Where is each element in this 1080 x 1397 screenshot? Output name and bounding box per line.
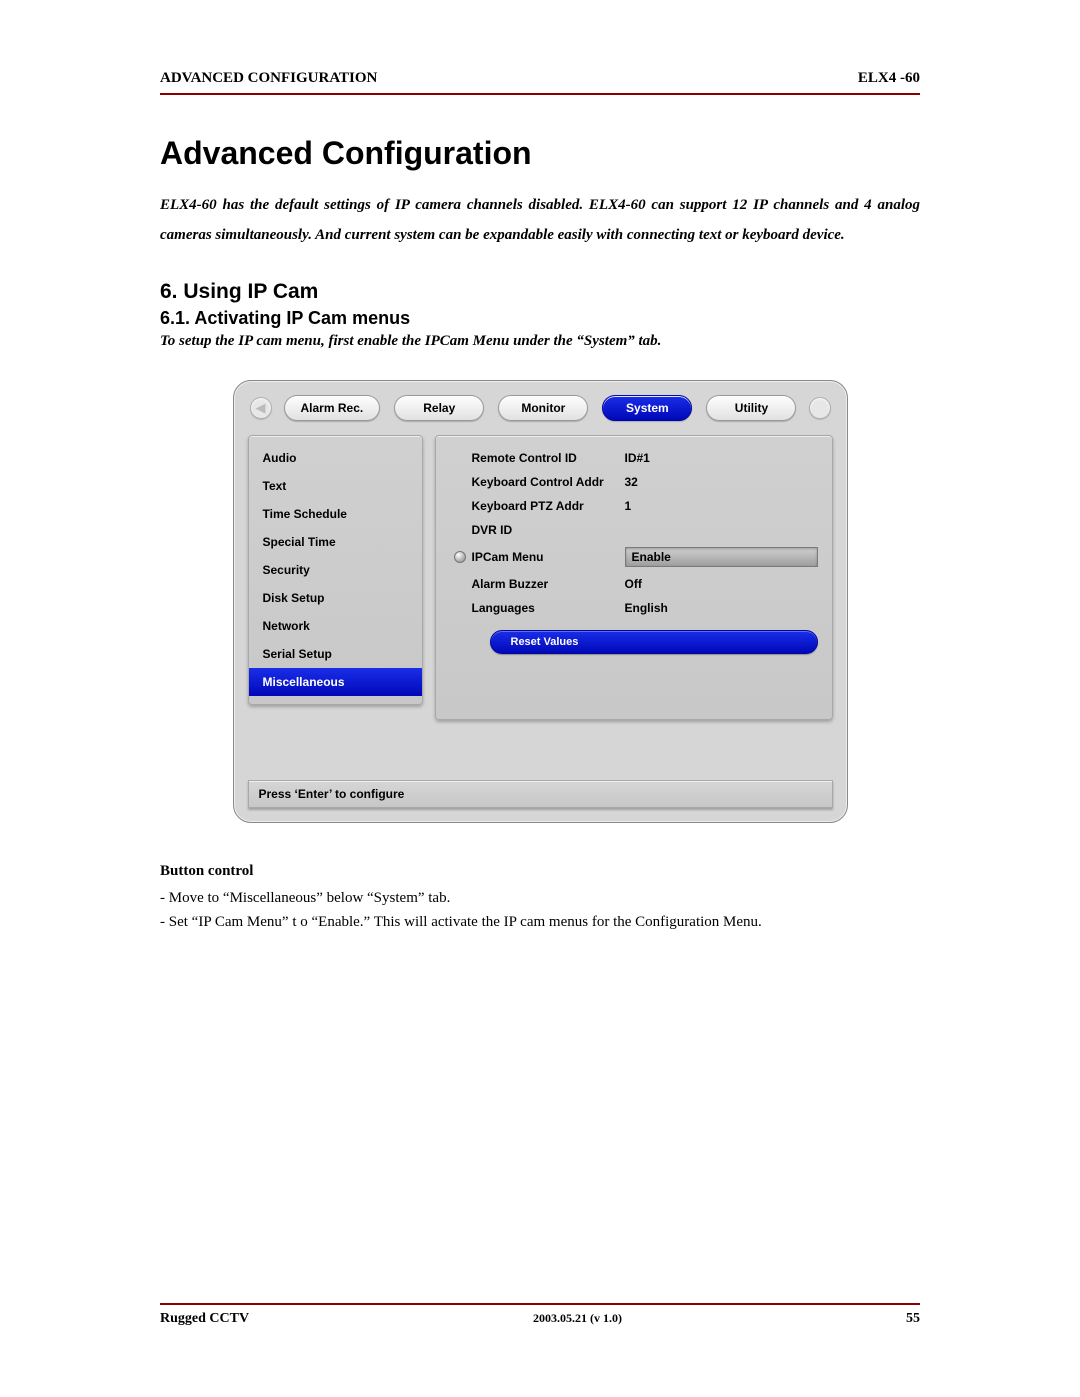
settings-panel: Remote Control IDID#1Keyboard Control Ad… <box>435 435 833 720</box>
setup-instruction: To setup the IP cam menu, first enable t… <box>160 333 920 350</box>
setting-row: IPCam MenuEnable <box>450 542 818 572</box>
tab-alarm-rec-[interactable]: Alarm Rec. <box>284 395 381 421</box>
page-footer: Rugged CCTV 2003.05.21 (v 1.0) 55 <box>160 1303 920 1327</box>
tab-utility[interactable]: Utility <box>706 395 796 421</box>
setting-value[interactable]: Enable <box>625 547 818 567</box>
sidebar-item-disk-setup[interactable]: Disk Setup <box>249 584 422 612</box>
sidebar-item-security[interactable]: Security <box>249 556 422 584</box>
footer-left: Rugged CCTV <box>160 1311 249 1327</box>
subsection-heading: 6.1. Activating IP Cam menus <box>160 308 920 329</box>
header-right: ELX4 -60 <box>858 70 920 87</box>
setting-label: Alarm Buzzer <box>470 577 625 591</box>
setting-label: DVR ID <box>470 523 625 537</box>
status-bar: Press ‘Enter’ to configure <box>248 780 833 808</box>
setting-label: IPCam Menu <box>470 550 625 564</box>
sidebar: AudioTextTime ScheduleSpecial TimeSecuri… <box>248 435 423 705</box>
header-left: ADVANCED CONFIGURATION <box>160 70 377 87</box>
nav-left-arrow-icon[interactable]: ◀ <box>250 397 272 419</box>
config-ui-panel: ◀ Alarm Rec. Relay Monitor System Utility Au… <box>233 380 848 823</box>
sidebar-item-time-schedule[interactable]: Time Schedule <box>249 500 422 528</box>
setting-row: Keyboard Control Addr32 <box>450 470 818 494</box>
header-rule <box>160 93 920 95</box>
sidebar-item-serial-setup[interactable]: Serial Setup <box>249 640 422 668</box>
sidebar-item-audio[interactable]: Audio <box>249 444 422 472</box>
page-title: Advanced Configuration <box>160 135 920 172</box>
setting-label: Keyboard PTZ Addr <box>470 499 625 513</box>
row-indicator-icon <box>450 551 470 563</box>
section-heading: 6. Using IP Cam <box>160 280 920 304</box>
button-control-heading: Button control <box>160 863 920 880</box>
instruction-line: - Set “IP Cam Menu” t o “Enable.” This w… <box>160 910 920 934</box>
setting-value[interactable]: 32 <box>625 475 818 489</box>
setting-label: Languages <box>470 601 625 615</box>
tab-monitor[interactable]: Monitor <box>498 395 588 421</box>
setting-value[interactable]: Off <box>625 577 818 591</box>
sidebar-item-special-time[interactable]: Special Time <box>249 528 422 556</box>
nav-right-arrow-icon[interactable] <box>809 397 831 419</box>
tab-bar: ◀ Alarm Rec. Relay Monitor System Utility <box>248 395 833 421</box>
setting-row: Keyboard PTZ Addr1 <box>450 494 818 518</box>
setting-value[interactable]: English <box>625 601 818 615</box>
footer-rule <box>160 1303 920 1305</box>
sidebar-item-miscellaneous[interactable]: Miscellaneous <box>249 668 422 696</box>
setting-row: LanguagesEnglish <box>450 596 818 620</box>
setting-row: Alarm BuzzerOff <box>450 572 818 596</box>
tab-relay[interactable]: Relay <box>394 395 484 421</box>
instruction-line: - Move to “Miscellaneous” below “System”… <box>160 886 920 910</box>
setting-value[interactable]: 1 <box>625 499 818 513</box>
setting-label: Keyboard Control Addr <box>470 475 625 489</box>
page-header: ADVANCED CONFIGURATION ELX4 -60 <box>160 70 920 93</box>
setting-row: DVR ID <box>450 518 818 542</box>
sidebar-item-network[interactable]: Network <box>249 612 422 640</box>
footer-center: 2003.05.21 (v 1.0) <box>533 1311 622 1327</box>
intro-paragraph: ELX4-60 has the default settings of IP c… <box>160 190 920 250</box>
setting-label: Remote Control ID <box>470 451 625 465</box>
setting-value[interactable]: ID#1 <box>625 451 818 465</box>
setting-row: Remote Control IDID#1 <box>450 446 818 470</box>
tab-system[interactable]: System <box>602 395 692 421</box>
footer-page-number: 55 <box>906 1311 920 1327</box>
reset-values-button[interactable]: Reset Values <box>490 630 818 654</box>
sidebar-item-text[interactable]: Text <box>249 472 422 500</box>
